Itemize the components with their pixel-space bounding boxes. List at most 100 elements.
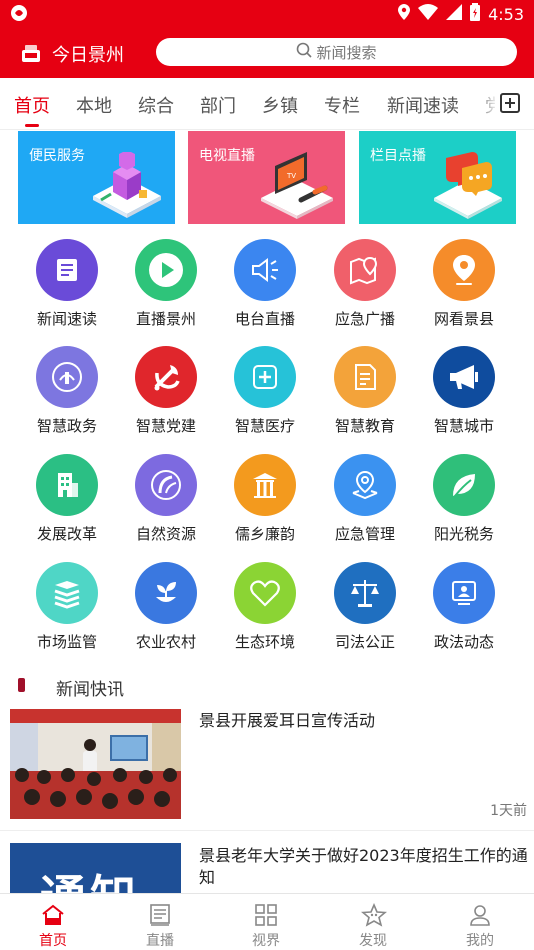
nav-label: 首页	[39, 933, 67, 949]
grid-label: 生态环境	[234, 633, 295, 651]
app-logo-icon	[20, 42, 42, 64]
grid-label: 网看景县	[433, 310, 494, 328]
grid-item-ecological-environment[interactable]: 生态环境	[220, 562, 310, 662]
grid-item-smart-education[interactable]: 智慧教育	[320, 346, 410, 446]
grid-item-radio-live[interactable]: 电台直播	[220, 239, 310, 339]
news-list-item[interactable]: 景县开展爱耳日宣传活动 1天前	[0, 709, 534, 830]
grid-item-live-jingzhou[interactable]: 直播景州	[121, 239, 211, 339]
news-time: 1天前	[490, 803, 527, 819]
scales-icon	[334, 562, 396, 624]
grid-item-emergency-broadcast[interactable]: 应急广播	[320, 239, 410, 339]
building-illustration-icon	[93, 152, 161, 218]
sprout-icon	[135, 562, 197, 624]
grid-label: 司法公正	[334, 633, 395, 651]
card-program-vod[interactable]: 栏目点播	[359, 131, 516, 224]
pavilion-icon	[234, 454, 296, 516]
grid-item-judicial-justice[interactable]: 司法公正	[320, 562, 410, 662]
grid-item-smart-government[interactable]: 智慧政务	[22, 346, 112, 446]
government-emblem-icon	[36, 346, 98, 408]
card-tv-live[interactable]: 电视直播 TV	[188, 131, 345, 224]
grid-item-sunshine-tax[interactable]: 阳光税务	[419, 454, 509, 554]
tab-general[interactable]: 综合	[138, 92, 174, 118]
live-list-icon	[150, 904, 170, 926]
grid-label: 智慧政务	[36, 417, 97, 435]
tab-departments[interactable]: 部门	[200, 92, 236, 118]
grid-item-news-quick-read[interactable]: 新闻速读	[22, 239, 112, 339]
location-icon	[433, 239, 495, 301]
grid-label: 农业农村	[135, 633, 196, 651]
section-marker	[18, 678, 25, 692]
grid-item-smart-healthcare[interactable]: 智慧医疗	[220, 346, 310, 446]
grid-label: 政法动态	[433, 633, 494, 651]
divider	[0, 830, 534, 831]
nav-mine[interactable]: 我的	[427, 894, 533, 950]
tab-towns[interactable]: 乡镇	[262, 92, 298, 118]
grid-label: 电台直播	[234, 310, 295, 328]
active-tab-indicator	[25, 124, 39, 127]
channel-tabs: 首页 本地 综合 部门 乡镇 专栏 新闻速读 党	[0, 78, 534, 130]
tv-illustration-icon: TV	[261, 152, 333, 219]
app-header: 今日景州 新闻搜索	[0, 28, 534, 78]
newspaper-icon	[36, 239, 98, 301]
news-title: 景县开展爱耳日宣传活动	[199, 711, 376, 730]
add-channel-button[interactable]	[500, 93, 520, 113]
grid-label: 应急管理	[334, 525, 395, 543]
nav-label: 视界	[252, 933, 280, 949]
section-title: 新闻快讯	[56, 680, 124, 700]
app-screen: 4:53 今日景州 新闻搜索 首页 本地 综合 部门 乡镇 专栏 新闻速读 党 …	[0, 0, 534, 950]
grid-item-development-reform[interactable]: 发展改革	[22, 454, 112, 554]
grid-item-natural-resources[interactable]: 自然资源	[121, 454, 211, 554]
card-label: 便民服务	[29, 148, 85, 164]
wifi-icon	[418, 4, 439, 24]
grid-label: 新闻速读	[36, 310, 97, 328]
nav-home[interactable]: 首页	[0, 894, 106, 950]
stack-icon	[36, 562, 98, 624]
grid-item-market-supervision[interactable]: 市场监管	[22, 562, 112, 662]
home-icon	[42, 904, 64, 925]
tab-home[interactable]: 首页	[14, 92, 50, 118]
grid-label: 自然资源	[135, 525, 196, 543]
news-thumbnail	[10, 709, 181, 819]
card-convenience-services[interactable]: 便民服务	[18, 131, 175, 224]
heart-icon	[234, 562, 296, 624]
tab-quick-news[interactable]: 新闻速读	[387, 92, 459, 118]
grid-item-smart-city[interactable]: 智慧城市	[419, 346, 509, 446]
card-label: 栏目点播	[370, 148, 426, 164]
grid-icon	[255, 904, 277, 926]
nav-vision[interactable]: 视界	[213, 894, 319, 950]
signal-icon	[446, 4, 463, 24]
grid-label: 智慧城市	[433, 417, 494, 435]
tab-columns[interactable]: 专栏	[324, 92, 360, 118]
grid-item-emergency-management[interactable]: 应急管理	[320, 454, 410, 554]
grid-item-confucian-integrity[interactable]: 儒乡廉韵	[220, 454, 310, 554]
tab-local[interactable]: 本地	[76, 92, 112, 118]
search-icon	[296, 42, 316, 62]
grid-item-smart-party-building[interactable]: 智慧党建	[121, 346, 211, 446]
location-status-icon	[398, 4, 411, 24]
megaphone-icon	[433, 346, 495, 408]
bottom-navigation: 首页 直播 视界 发现 我的	[0, 893, 534, 950]
card-label: 电视直播	[199, 148, 255, 164]
natural-resources-icon	[135, 454, 197, 516]
grid-item-politics-law-news[interactable]: 政法动态	[419, 562, 509, 662]
grid-item-agriculture-rural[interactable]: 农业农村	[121, 562, 211, 662]
news-title: 景县老年大学关于做好2023年度招生工作的通知	[199, 846, 528, 887]
leaf-icon	[433, 454, 495, 516]
status-bar: 4:53	[0, 0, 534, 28]
star-icon	[361, 903, 387, 927]
grid-label: 儒乡廉韵	[234, 525, 295, 543]
grid-label: 应急广播	[334, 310, 395, 328]
nav-live[interactable]: 直播	[107, 894, 213, 950]
grid-label: 智慧医疗	[234, 417, 295, 435]
speaker-icon	[234, 239, 296, 301]
nav-discover[interactable]: 发现	[320, 894, 426, 950]
grid-label: 发展改革	[36, 525, 97, 543]
search-input[interactable]: 新闻搜索	[156, 38, 517, 66]
notification-app-icon	[10, 4, 28, 26]
thumbnail-text: 通知	[40, 861, 140, 893]
news-list-item[interactable]: 通知 景县老年大学关于做好2023年度招生工作的通知	[0, 842, 534, 893]
grid-item-watch-jingxian[interactable]: 网看景县	[419, 239, 509, 339]
search-placeholder: 新闻搜索	[316, 43, 377, 62]
emergency-location-icon	[334, 454, 396, 516]
grid-label: 直播景州	[135, 310, 196, 328]
